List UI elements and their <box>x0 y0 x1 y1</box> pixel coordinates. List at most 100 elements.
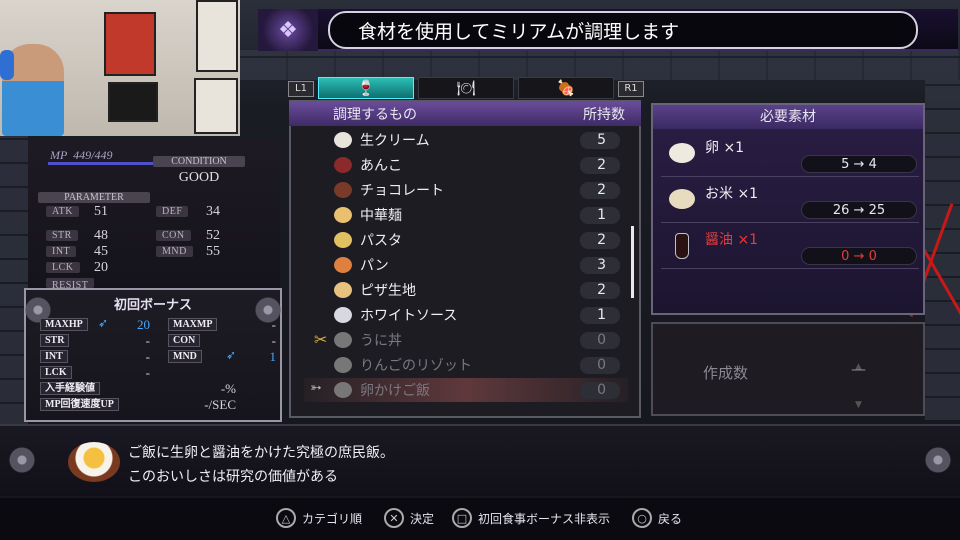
chef-hat-icon: 🍷 <box>356 79 376 97</box>
stat-label: INT <box>46 246 77 257</box>
bonus-value: -/SEC <box>204 397 236 412</box>
recipe-row[interactable]: りんごのリゾット 0 <box>304 353 628 377</box>
material-name: 醤油 ×1 <box>705 232 759 248</box>
tab-cooking[interactable]: 🍷 <box>318 77 414 99</box>
material-row: 卵 ×1 ▣ 5 → 4 <box>661 133 919 177</box>
title-text: 食材を使用してミリアムが調理します <box>328 11 918 49</box>
bonus-title: 初回ボーナス <box>113 297 192 312</box>
recipe-qty: 2 <box>580 281 620 299</box>
stat-value: 52 <box>206 228 220 243</box>
stat-label: MND <box>156 246 193 257</box>
ornament-left <box>4 432 40 488</box>
pasta-icon <box>334 232 352 248</box>
bonus-label: 入手経験値 <box>40 382 100 395</box>
bonus-value: -% <box>220 381 236 396</box>
bonus-label: INT <box>40 350 68 363</box>
list-header: 調理するもの 所持数 <box>289 102 641 126</box>
noodles-icon <box>334 207 352 223</box>
recipe-row[interactable]: うに丼 0 <box>304 328 628 352</box>
recipe-row[interactable]: ピザ生地 2 <box>304 278 628 302</box>
bonus-value: - <box>271 317 276 332</box>
recipe-row[interactable]: チョコレート 2 <box>304 178 628 202</box>
dish-icon: 🍽 <box>456 79 476 97</box>
first-bonus-panel: 初回ボーナス MAXHP ➶ 20 MAXMP - STR - CON - IN… <box>20 282 286 422</box>
stat-label: ATK <box>46 206 79 217</box>
recipe-row[interactable]: ホワイトソース 1 <box>304 303 628 327</box>
bonus-value: - <box>145 333 150 348</box>
bonus-label: MAXMP <box>168 318 218 331</box>
stat-label: LCK <box>46 262 80 273</box>
quantity-value: — <box>851 360 866 378</box>
recipe-row[interactable]: あんこ 2 <box>304 153 628 177</box>
recipe-qty: 2 <box>580 181 620 199</box>
triangle-button-icon: △ <box>276 508 296 528</box>
material-name: 卵 ×1 <box>705 140 745 156</box>
material-row: お米 ×1 ▣ 26 → 25 <box>661 179 919 223</box>
recipe-name: ホワイトソース <box>360 308 458 324</box>
recipe-qty: 5 <box>580 131 620 149</box>
hint-back[interactable]: ○ 戻る <box>632 508 682 528</box>
material-count: 26 → 25 <box>801 201 917 219</box>
recipe-qty: 2 <box>580 156 620 174</box>
bowl-icon <box>334 357 352 373</box>
bonus-label: CON <box>168 334 201 347</box>
cross-button-icon: ✕ <box>384 508 404 528</box>
recipe-row[interactable]: パスタ 2 <box>304 228 628 252</box>
ornament-right <box>920 432 956 488</box>
recipe-qty: 1 <box>580 306 620 324</box>
bowl-icon <box>334 382 352 398</box>
recipe-qty: 3 <box>580 256 620 274</box>
mp-value: 449/449 <box>73 148 113 162</box>
quantity-panel[interactable]: 作成数 ▲ ▼ — <box>651 322 925 416</box>
hint-label: 初回食事ボーナス非表示 <box>478 511 611 526</box>
recipe-row[interactable]: パン 3 <box>304 253 628 277</box>
hint-label: 戻る <box>658 511 683 526</box>
header-name: 調理するもの <box>333 107 417 123</box>
r1-button[interactable]: R1 <box>618 81 644 97</box>
button-hints-bar: △ カテゴリ順 ✕ 決定 □ 初回食事ボーナス非表示 ○ 戻る <box>0 498 960 540</box>
stat-value: 51 <box>94 204 108 219</box>
rice-icon <box>669 189 695 209</box>
stat-value: 45 <box>94 244 108 259</box>
tab-dishes[interactable]: 🍽 <box>418 77 514 99</box>
recipe-row[interactable]: 中華麺 1 <box>304 203 628 227</box>
description-line-2: このおいしさは研究の価値がある <box>128 469 338 485</box>
description-line-1: ご飯に生卵と醤油をかけた究極の庶民飯。 <box>128 445 394 461</box>
mp-label: MP <box>50 148 68 162</box>
recipe-row[interactable]: 生クリーム 5 <box>304 128 628 152</box>
recipe-name: パスタ <box>360 233 402 249</box>
title-bar: ❖ 食材を使用してミリアムが調理します <box>258 9 958 51</box>
mp-bar <box>48 162 160 165</box>
circle-button-icon: ○ <box>632 508 652 528</box>
stat-value: 48 <box>94 228 108 243</box>
recipe-name: ピザ生地 <box>360 283 416 299</box>
recipe-name: あんこ <box>360 158 402 174</box>
recipe-name: うに丼 <box>360 333 402 349</box>
scrollbar[interactable] <box>631 226 634 298</box>
recipe-name: りんごのリゾット <box>360 358 472 374</box>
hint-label: 決定 <box>410 511 435 526</box>
stat-label: DEF <box>156 206 189 217</box>
recipe-qty: 0 <box>580 331 620 349</box>
description-panel: ご飯に生卵と醤油をかけた究極の庶民飯。 このおいしさは研究の価値がある <box>0 424 960 496</box>
condition-label: CONDITION <box>153 156 245 167</box>
tab-ingredients[interactable]: 🍖 <box>518 77 614 99</box>
utensils-icon: ✂ <box>314 330 328 349</box>
bowl-icon <box>334 157 352 173</box>
hint-confirm[interactable]: ✕ 決定 <box>384 508 434 528</box>
recipe-row[interactable]: 卵かけご飯 0 <box>304 378 628 402</box>
hint-category-order[interactable]: △ カテゴリ順 <box>276 508 362 528</box>
parameter-label: PARAMETER <box>38 192 150 203</box>
l1-button[interactable]: L1 <box>288 81 314 97</box>
stat-value: 20 <box>94 260 108 275</box>
recipe-name: 卵かけご飯 <box>360 383 430 399</box>
material-name: お米 ×1 <box>705 186 759 202</box>
bonus-label: MAXHP <box>40 318 88 331</box>
character-status-panel: MP 449/449 CONDITION GOOD PARAMETER ATK … <box>28 140 280 288</box>
feather-up-icon: ➶ <box>226 348 237 362</box>
hint-hide-bonus[interactable]: □ 初回食事ボーナス非表示 <box>452 508 610 528</box>
quantity-label: 作成数 <box>703 364 749 382</box>
meat-icon: 🍖 <box>556 79 576 97</box>
stat-value: 34 <box>206 204 220 219</box>
recipe-name: 中華麺 <box>360 208 402 224</box>
